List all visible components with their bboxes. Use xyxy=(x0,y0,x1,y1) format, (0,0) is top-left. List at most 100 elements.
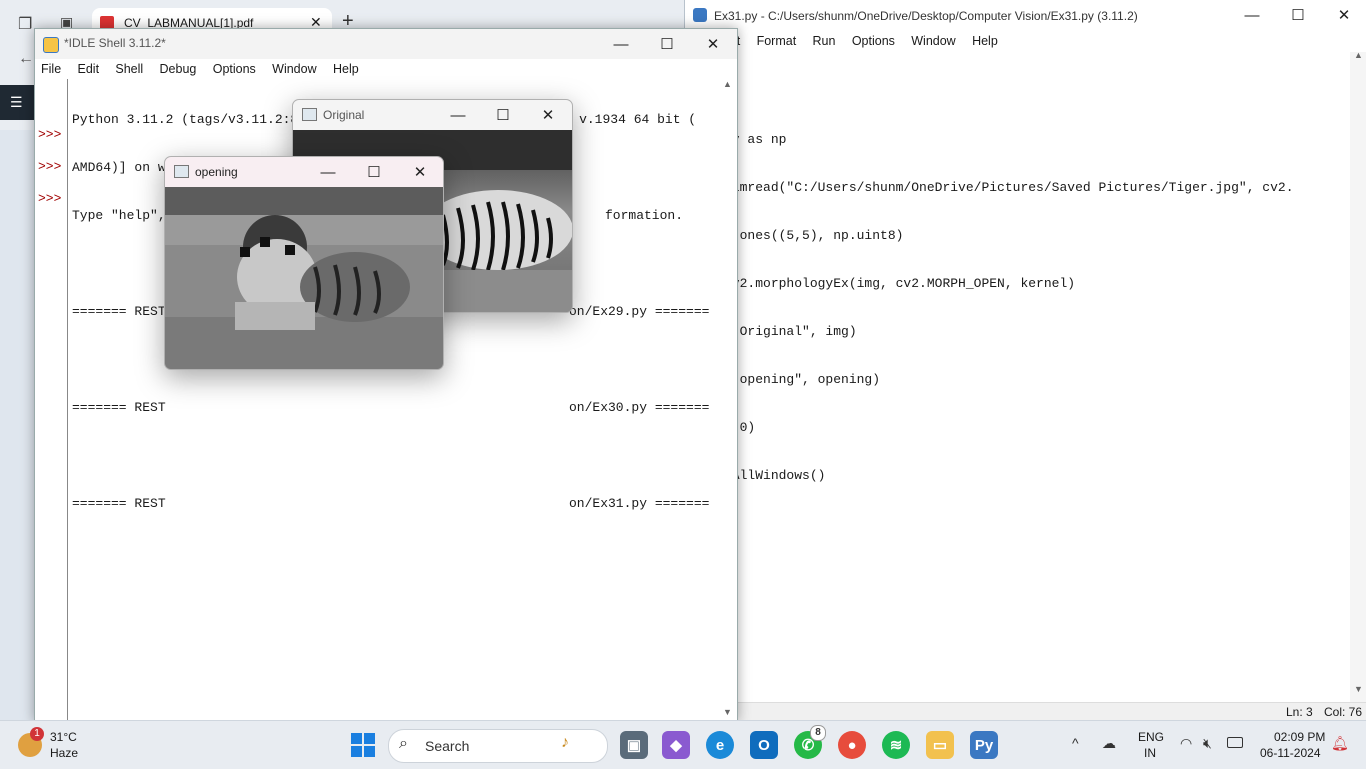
close-icon[interactable]: ✕ xyxy=(525,100,571,130)
workspaces-icon[interactable]: ❐ xyxy=(18,14,32,34)
browser-sidebar: ☰ xyxy=(0,85,34,120)
editor-titlebar: Ex31.py - C:/Users/shunm/OneDrive/Deskto… xyxy=(685,0,1366,30)
editor-window: Ex31.py - C:/Users/shunm/OneDrive/Deskto… xyxy=(684,0,1366,721)
notification-bell-icon[interactable]: 🔔︎ xyxy=(1331,735,1349,752)
vertical-scrollbar[interactable]: ▲ ▼ xyxy=(1350,50,1366,702)
shell-prompt: >>> xyxy=(38,127,62,142)
maximize-icon[interactable]: ☐ xyxy=(351,157,397,187)
edge-icon[interactable]: e xyxy=(706,731,734,759)
clock-date[interactable]: 06-11-2024 xyxy=(1260,746,1321,760)
menu-window[interactable]: Window xyxy=(272,62,316,76)
python-file-icon xyxy=(693,8,707,22)
shell-prompt: >>> xyxy=(38,191,62,206)
taskbar: 1 31°C Haze ⌕ Search ♪ ▣ ◆ e O ✆ 8 ● ≋ ▭… xyxy=(0,720,1366,769)
list-icon[interactable]: ☰ xyxy=(10,94,23,111)
show-hidden-icons-icon[interactable]: ^ xyxy=(1072,735,1079,751)
minimize-icon[interactable]: — xyxy=(435,100,481,130)
python-idle-icon[interactable]: Py xyxy=(970,731,998,759)
file-explorer-icon[interactable]: ▭ xyxy=(926,731,954,759)
language-bottom[interactable]: IN xyxy=(1144,746,1156,760)
menu-debug[interactable]: Debug xyxy=(160,62,197,76)
idle-icon xyxy=(43,37,59,53)
editor-statusbar: Ln: 3 Col: 76 xyxy=(685,702,1366,721)
whatsapp-icon[interactable]: ✆ 8 xyxy=(794,725,826,759)
status-column: Col: 76 xyxy=(1324,705,1363,719)
menu-options[interactable]: Options xyxy=(852,34,895,48)
code-editor[interactable]: cv2 numpy as np cv2.imread("C:/Users/shu… xyxy=(685,52,1345,702)
menu-window[interactable]: Window xyxy=(911,34,955,48)
minimize-icon[interactable]: — xyxy=(305,157,351,187)
original-titlebar: Original — ☐ ✕ xyxy=(293,100,572,130)
maximize-icon[interactable]: ☐ xyxy=(1275,0,1321,30)
maximize-icon[interactable]: ☐ xyxy=(644,29,690,59)
search-input[interactable]: ⌕ Search ♪ xyxy=(388,729,608,763)
code-line: ng = cv2.morphologyEx(img, cv2.MORPH_OPE… xyxy=(685,276,1076,291)
shell-title: *IDLE Shell 3.11.2* xyxy=(64,36,166,50)
clock-time[interactable]: 02:09 PM xyxy=(1274,730,1325,744)
scroll-down-icon[interactable]: ▼ xyxy=(1354,684,1363,694)
battery-icon[interactable] xyxy=(1227,737,1243,748)
weather-temp: 31°C xyxy=(50,730,77,744)
outlook-icon[interactable]: O xyxy=(750,731,778,759)
search-highlight-icon: ♪ xyxy=(561,734,569,751)
back-icon[interactable]: ← xyxy=(18,50,34,68)
minimize-icon[interactable]: — xyxy=(598,29,644,59)
code-line: mshow("Original", img) xyxy=(685,324,857,339)
opening-tiger-image xyxy=(165,187,443,369)
status-line: Ln: 3 xyxy=(1286,705,1313,719)
opening-image-window: opening — ☐ ✕ xyxy=(164,156,444,370)
code-line: mshow("opening", opening) xyxy=(685,372,881,387)
whatsapp-badge: 8 xyxy=(810,725,826,741)
code-line: numpy as np xyxy=(701,132,787,147)
search-icon: ⌕ xyxy=(399,735,408,752)
weather-desc: Haze xyxy=(50,746,79,760)
spotify-icon[interactable]: ≋ xyxy=(882,731,910,759)
menu-help[interactable]: Help xyxy=(972,34,998,48)
scroll-up-icon[interactable]: ▲ xyxy=(723,79,732,89)
menu-file[interactable]: File xyxy=(41,62,61,76)
shell-line: ======= REST on/Ex31.py ======= xyxy=(72,496,710,511)
onedrive-icon[interactable]: ☁ xyxy=(1102,735,1116,752)
copilot-icon[interactable]: ◆ xyxy=(662,731,690,759)
volume-muted-icon[interactable]: 🔇︎ xyxy=(1203,735,1212,752)
opening-title: opening xyxy=(195,165,238,179)
language-top[interactable]: ENG xyxy=(1138,730,1164,744)
menu-run[interactable]: Run xyxy=(813,34,836,48)
shell-titlebar: *IDLE Shell 3.11.2* — ☐ ✕ xyxy=(35,29,737,59)
code-line: = np.ones((5,5), np.uint8) xyxy=(685,228,904,243)
prompt-gutter: >>> >>> >>> xyxy=(35,79,68,721)
shell-menubar: File Edit Shell Debug Options Window Hel… xyxy=(35,59,737,79)
menu-shell[interactable]: Shell xyxy=(115,62,143,76)
original-title: Original xyxy=(323,108,365,122)
start-button[interactable] xyxy=(351,733,375,757)
editor-menubar: it Format Run Options Window Help xyxy=(685,31,1366,51)
task-view-icon[interactable]: ▣ xyxy=(620,731,648,759)
close-icon[interactable]: ✕ xyxy=(1321,0,1366,30)
search-placeholder: Search xyxy=(425,738,470,754)
window-icon xyxy=(302,108,317,121)
code-line: aitKey(0) xyxy=(685,420,1345,436)
opening-titlebar: opening — ☐ ✕ xyxy=(165,157,443,187)
menu-options[interactable]: Options xyxy=(213,62,256,76)
close-icon[interactable]: ✕ xyxy=(397,157,443,187)
menu-format[interactable]: Format xyxy=(757,34,797,48)
chrome-icon[interactable]: ● xyxy=(838,731,866,759)
shell-line: ======= REST on/Ex30.py ======= xyxy=(72,400,710,415)
maximize-icon[interactable]: ☐ xyxy=(480,100,526,130)
minimize-icon[interactable]: — xyxy=(1229,0,1275,30)
code-line: estroyAllWindows() xyxy=(685,468,826,483)
weather-badge: 1 xyxy=(30,727,44,741)
window-icon xyxy=(174,165,189,178)
scroll-down-icon[interactable]: ▼ xyxy=(723,707,732,717)
editor-title: Ex31.py - C:/Users/shunm/OneDrive/Deskto… xyxy=(714,9,1138,23)
menu-help[interactable]: Help xyxy=(333,62,359,76)
close-icon[interactable]: ✕ xyxy=(690,29,736,59)
wifi-icon[interactable]: ◠ xyxy=(1180,735,1192,752)
scroll-up-icon[interactable]: ▲ xyxy=(1354,50,1363,60)
code-line: cv2 xyxy=(685,84,1345,100)
menu-edit[interactable]: Edit xyxy=(78,62,100,76)
code-line: cv2.imread("C:/Users/shunm/OneDrive/Pict… xyxy=(685,180,1294,195)
shell-prompt: >>> xyxy=(38,159,62,174)
vertical-scrollbar[interactable]: ▲ ▼ xyxy=(719,79,736,721)
